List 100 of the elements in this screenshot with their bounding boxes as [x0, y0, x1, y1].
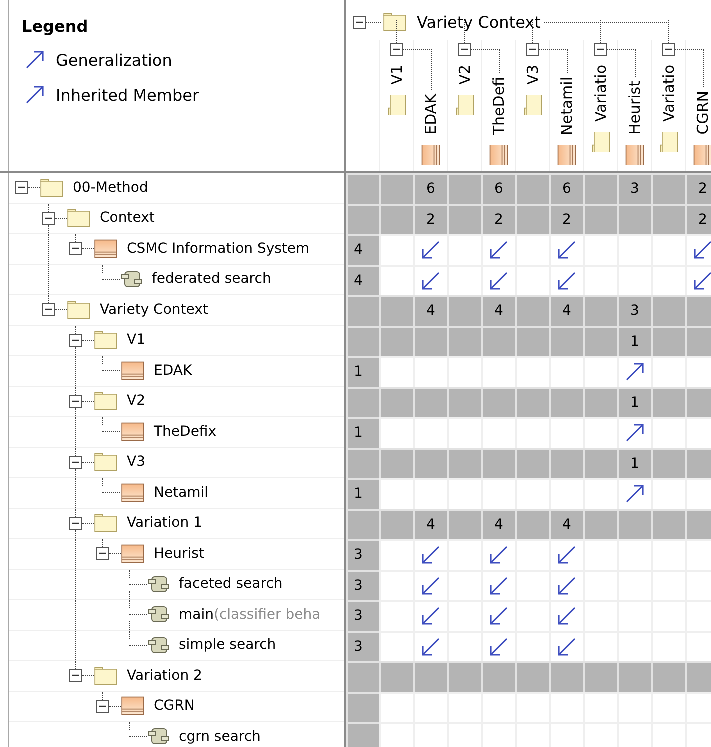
expand-toggle[interactable] — [96, 547, 109, 560]
matrix-cell — [685, 356, 711, 386]
matrix-cell — [379, 295, 413, 326]
matrix-cell — [447, 204, 481, 234]
column-header-label[interactable]: Variatio — [592, 65, 610, 122]
tree-item-label[interactable]: 00-Method — [73, 180, 148, 196]
matrix-cell — [413, 386, 447, 417]
tree-item-label[interactable]: V1 — [127, 332, 146, 348]
folder-icon — [94, 330, 118, 350]
tree-item-label[interactable]: simple search — [179, 637, 276, 654]
tree-item-label[interactable]: EDAK — [154, 362, 192, 379]
matrix-cell — [379, 417, 413, 448]
tree-item-label[interactable]: faceted search — [179, 576, 283, 592]
expand-toggle[interactable] — [69, 334, 82, 347]
tree-item-label[interactable]: cgrn search — [179, 728, 261, 745]
tree-item-label[interactable]: Variety Context — [100, 302, 208, 318]
matrix-cell — [481, 478, 515, 508]
expand-toggle[interactable] — [662, 43, 675, 56]
column-header-label[interactable]: Netamil — [558, 76, 576, 135]
column-header-label[interactable]: Variatio — [660, 65, 678, 122]
expand-toggle[interactable] — [15, 181, 28, 194]
tree-item-label[interactable]: V2 — [127, 393, 146, 410]
matrix-cell — [651, 539, 685, 570]
matrix-cell — [685, 661, 711, 692]
expand-toggle[interactable] — [42, 212, 55, 225]
expand-toggle[interactable] — [69, 516, 82, 530]
expand-toggle[interactable] — [69, 456, 82, 469]
tree-item-label[interactable]: V3 — [127, 454, 146, 470]
connector-line — [607, 49, 636, 77]
down-left-arrow-icon — [421, 545, 441, 566]
down-left-arrow-icon — [693, 240, 711, 260]
row-total-cell: 3 — [346, 630, 379, 661]
expand-toggle[interactable] — [390, 43, 403, 56]
expand-toggle[interactable] — [594, 43, 607, 56]
column-header-label[interactable]: V2 — [456, 65, 474, 85]
column-header-label[interactable]: Heurist — [626, 80, 644, 135]
matrix-cell — [549, 692, 583, 722]
tree-item-label[interactable]: Context — [100, 210, 155, 226]
tree-item-label[interactable]: federated search — [152, 271, 272, 288]
connector-line — [471, 49, 500, 73]
matrix-cell — [379, 326, 413, 356]
expand-toggle[interactable] — [96, 700, 109, 713]
matrix-cell — [583, 326, 617, 356]
count-cell: 6 — [481, 173, 515, 204]
matrix-cell — [515, 204, 549, 234]
connector-line — [403, 49, 432, 90]
matrix-cell — [447, 173, 481, 204]
tree-item-label[interactable]: CGRN — [154, 698, 195, 714]
matrix-cell — [617, 539, 651, 570]
column-header-label[interactable]: V1 — [388, 65, 406, 85]
count-cell: 2 — [413, 204, 447, 234]
matrix-cell — [413, 692, 447, 722]
legend-label: Inherited Member — [56, 86, 200, 104]
tree-item-label[interactable]: CSMC Information System — [127, 240, 310, 257]
expand-toggle[interactable] — [69, 669, 82, 682]
matrix-cell — [685, 478, 711, 508]
column-header-label[interactable]: V3 — [524, 65, 542, 85]
expand-toggle[interactable] — [526, 43, 539, 56]
down-left-arrow-icon — [489, 545, 509, 566]
expand-toggle[interactable] — [42, 303, 55, 316]
expand-toggle[interactable] — [353, 16, 366, 28]
matrix-cell — [549, 478, 583, 508]
matrix-cell — [379, 386, 413, 417]
tree-item-label[interactable]: main(classifier beha — [179, 606, 321, 623]
matrix-cell — [447, 661, 481, 692]
down-left-arrow-icon — [557, 270, 577, 291]
matrix-cell — [617, 264, 651, 295]
folder-icon — [383, 12, 407, 32]
down-left-arrow-icon — [489, 270, 509, 291]
column-header-label[interactable]: TheDefi — [490, 76, 508, 135]
row-total-cell: 3 — [346, 600, 379, 630]
matrix-cell — [583, 448, 617, 478]
matrix-cell — [583, 295, 617, 326]
row-total-cell: 1 — [346, 356, 379, 386]
tree-item-label[interactable]: TheDefix — [154, 424, 217, 440]
count-cell: 6 — [549, 173, 583, 204]
matrix-cell — [447, 448, 481, 478]
up-right-arrow-icon — [625, 423, 645, 444]
expand-toggle[interactable] — [69, 394, 82, 408]
part-icon — [148, 605, 170, 624]
tree-item-label[interactable]: Netamil — [154, 484, 209, 501]
matrix-cell — [685, 508, 711, 539]
matrix-cell — [549, 448, 583, 478]
up-right-arrow-icon — [625, 362, 645, 382]
down-left-arrow-icon — [557, 545, 577, 566]
count-cell: 4 — [481, 508, 515, 539]
column-header-label[interactable]: EDAK — [422, 94, 440, 135]
up-right-arrow-icon — [25, 85, 45, 105]
tree-item-label[interactable]: Variation 1 — [127, 515, 202, 532]
expand-toggle[interactable] — [69, 242, 82, 256]
matrix-cell — [515, 173, 549, 204]
matrix-cell — [515, 448, 549, 478]
expand-toggle[interactable] — [458, 43, 471, 56]
column-header-label[interactable]: CGRN — [694, 91, 711, 135]
tree-item-label[interactable]: Heurist — [154, 546, 204, 562]
tree-item-label[interactable]: Variation 2 — [127, 668, 202, 684]
matrix-cell — [617, 692, 651, 722]
row-total-cell: 1 — [346, 478, 379, 508]
column-header-label[interactable]: Variety Context — [417, 12, 541, 32]
folder-icon — [94, 391, 118, 412]
